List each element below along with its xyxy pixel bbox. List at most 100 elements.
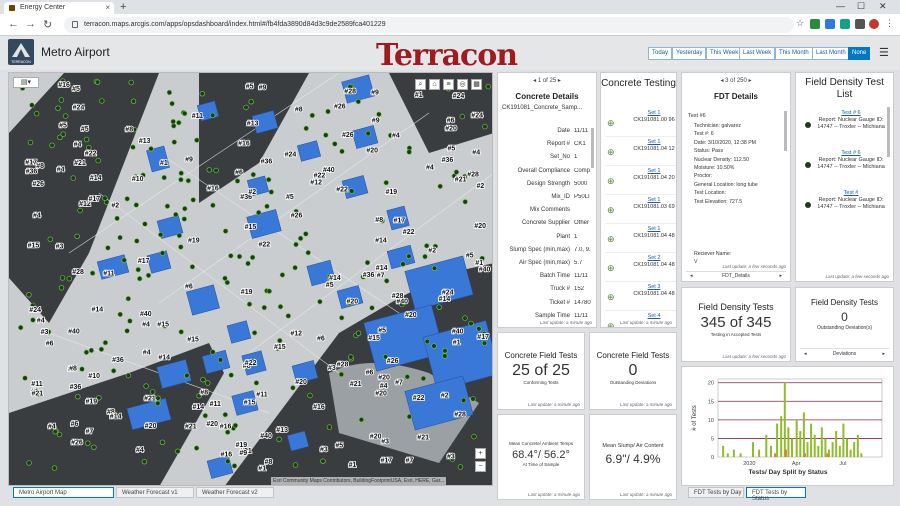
map-view[interactable]: #6 #26 #15 #20 #20 #1 #40 #2 #19 #6 #4 #22 #19 #5 #19 #… — [8, 72, 493, 486]
test-point-marker[interactable] — [442, 348, 448, 354]
date-filter-yesterday[interactable]: Yesterday — [672, 47, 707, 60]
test-point-marker[interactable] — [292, 265, 298, 271]
extension-icon[interactable] — [840, 19, 850, 29]
test-point-marker[interactable] — [29, 102, 35, 108]
test-point-marker[interactable] — [462, 315, 468, 321]
test-point-marker[interactable] — [431, 265, 438, 272]
test-point-marker[interactable] — [169, 100, 175, 107]
expand-plus-icon[interactable]: ⊕ — [607, 263, 615, 274]
chart-bar[interactable] — [732, 449, 735, 457]
date-filter-this-week[interactable]: This Week — [706, 47, 743, 60]
test-point-marker[interactable] — [266, 288, 272, 294]
date-filter-this-month[interactable]: This Month — [775, 47, 813, 60]
test-point-marker[interactable] — [96, 395, 102, 401]
test-set-label[interactable]: Set 4 — [625, 313, 676, 319]
test-point-marker[interactable] — [470, 396, 476, 402]
test-point-marker[interactable] — [251, 330, 258, 336]
test-point-marker[interactable] — [250, 171, 257, 178]
expand-plus-icon[interactable]: ⊕ — [607, 292, 615, 303]
test-point-marker[interactable] — [55, 105, 61, 111]
test-point-marker[interactable] — [236, 253, 243, 260]
zoom-out-button[interactable]: − — [475, 461, 486, 472]
extension-icon[interactable] — [825, 19, 835, 29]
test-point-marker[interactable] — [137, 276, 143, 282]
map-home-icon[interactable]: ⌂ — [429, 79, 440, 90]
test-point-marker[interactable] — [75, 394, 81, 400]
chart-bar[interactable] — [758, 449, 761, 457]
test-point-marker[interactable] — [358, 417, 365, 423]
test-point-marker[interactable] — [178, 244, 184, 250]
date-filter-last-month[interactable]: Last Month — [812, 47, 850, 60]
test-point-marker[interactable] — [66, 275, 72, 282]
test-point-marker[interactable] — [102, 195, 108, 201]
test-point-marker[interactable] — [462, 199, 468, 205]
test-point-marker[interactable] — [481, 340, 488, 346]
chart-bar[interactable] — [780, 416, 783, 457]
test-point-marker[interactable] — [349, 188, 355, 194]
test-point-marker[interactable] — [482, 123, 488, 130]
fdt-list-item[interactable]: Test # 6 Report: Nuclear Gauge ID: 14747 … — [800, 149, 886, 186]
test-point-marker[interactable] — [190, 197, 196, 203]
tab-weather-forecast-v1[interactable]: Weather Forecast v1 — [116, 487, 194, 498]
footer-prev-icon[interactable]: ◂ — [804, 351, 807, 357]
test-point-marker[interactable] — [277, 337, 283, 344]
test-point-marker[interactable] — [185, 177, 192, 184]
test-point-marker[interactable] — [202, 413, 209, 419]
test-point-marker[interactable] — [189, 264, 196, 270]
test-point-marker[interactable] — [142, 221, 148, 227]
chart-bar[interactable] — [831, 442, 834, 457]
test-point-marker[interactable] — [459, 113, 465, 120]
test-set-label[interactable]: Set 1 — [625, 168, 676, 174]
test-point-marker[interactable] — [248, 99, 254, 105]
chart-bar[interactable] — [739, 453, 742, 457]
test-point-marker[interactable] — [384, 278, 390, 284]
test-point-marker[interactable] — [175, 448, 181, 454]
test-point-marker[interactable] — [228, 253, 234, 259]
test-point-marker[interactable] — [231, 463, 238, 469]
test-point-marker[interactable] — [332, 141, 338, 147]
footer-next-icon[interactable]: ▸ — [882, 351, 885, 357]
scrollbar[interactable] — [784, 111, 787, 151]
close-tab-icon[interactable]: × — [105, 3, 110, 12]
test-point-marker[interactable] — [256, 209, 262, 216]
test-set-label[interactable]: Set 1 — [625, 110, 676, 116]
test-point-marker[interactable] — [453, 169, 460, 175]
test-point-marker[interactable] — [290, 385, 296, 391]
footer-prev-icon[interactable]: ◂ — [690, 273, 693, 279]
chart-bar[interactable] — [787, 427, 790, 457]
test-point-marker[interactable] — [355, 98, 361, 105]
test-point-marker[interactable] — [309, 112, 315, 119]
test-point-marker[interactable] — [222, 412, 229, 418]
test-point-marker[interactable] — [471, 433, 477, 440]
forward-icon[interactable]: → — [25, 18, 36, 30]
test-point-marker[interactable] — [431, 343, 437, 349]
profile-avatar[interactable] — [869, 19, 879, 29]
chart-bar[interactable] — [849, 449, 852, 457]
test-point-marker[interactable] — [58, 97, 65, 103]
pager-next-icon[interactable]: ▸ — [558, 78, 561, 84]
test-point-marker[interactable] — [249, 254, 256, 261]
test-point-marker[interactable] — [85, 440, 91, 446]
test-point-marker[interactable] — [320, 458, 326, 464]
test-point-marker[interactable] — [228, 372, 234, 378]
test-point-marker[interactable] — [246, 301, 253, 307]
chart-bar[interactable] — [824, 438, 827, 457]
test-point-marker[interactable] — [307, 392, 313, 399]
chart-bar[interactable] — [838, 445, 841, 457]
chart-bar[interactable] — [813, 434, 816, 457]
test-point-marker[interactable] — [178, 329, 184, 335]
test-point-marker[interactable] — [141, 459, 148, 465]
test-point-marker[interactable] — [105, 245, 111, 251]
test-point-marker[interactable] — [155, 395, 161, 401]
test-point-marker[interactable] — [99, 98, 105, 104]
test-point-marker[interactable] — [62, 113, 69, 119]
test-point-marker[interactable] — [178, 176, 184, 183]
test-point-marker[interactable] — [225, 458, 231, 465]
fdt-list-item[interactable]: Test # Report: Nuclear Gauge ID: 14747 --… — [800, 189, 886, 226]
test-point-marker[interactable] — [293, 241, 299, 248]
test-point-marker[interactable] — [60, 131, 66, 137]
date-filter-last-week[interactable]: Last Week — [739, 47, 776, 60]
test-point-marker[interactable] — [173, 211, 179, 218]
chart-bar[interactable] — [853, 442, 856, 457]
test-set-item[interactable]: ⊕ Set 1 CK191081.03 69 — [605, 196, 676, 224]
